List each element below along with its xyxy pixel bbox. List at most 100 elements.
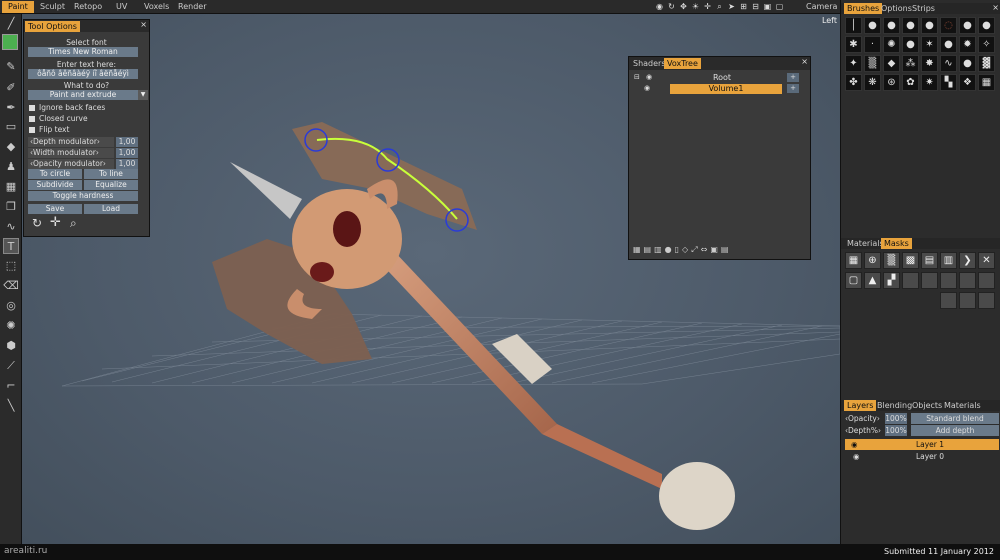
line-icon[interactable]: ╲ bbox=[3, 398, 19, 414]
close-icon[interactable]: × bbox=[992, 3, 999, 12]
bucket-icon[interactable]: ⬢ bbox=[3, 338, 19, 354]
menu-tab-render[interactable]: Render bbox=[172, 1, 212, 13]
brush-swatch[interactable]: ✹ bbox=[959, 36, 976, 53]
brush-swatch[interactable]: · bbox=[864, 36, 881, 53]
brush-swatch[interactable]: ● bbox=[883, 17, 900, 34]
to-circle-button[interactable]: To circle bbox=[28, 169, 82, 179]
mask-swatch[interactable] bbox=[978, 292, 995, 309]
text-input[interactable]: ôåñô âêñâàéÿ íî âëñåéÿì bbox=[28, 69, 138, 79]
depth-modulator-slider[interactable]: ‹Depth modulator› 1,00 bbox=[28, 137, 138, 147]
eraser-icon[interactable]: ⌫ bbox=[3, 278, 19, 294]
menu-tab-paint[interactable]: Paint bbox=[2, 1, 34, 13]
layer-row-0[interactable]: ◉ Layer 0 bbox=[845, 451, 999, 462]
opacity-modulator-slider[interactable]: ‹Opacity modulator› 1,00 bbox=[28, 159, 138, 169]
menu-tab-retopo[interactable]: Retopo bbox=[68, 1, 108, 13]
equalize-button[interactable]: Equalize bbox=[84, 180, 138, 190]
eye-icon[interactable]: ◎ bbox=[3, 298, 19, 314]
frame-icon[interactable]: ▢ bbox=[775, 2, 784, 11]
tab-layer-materials[interactable]: Materials bbox=[941, 400, 984, 411]
brush-swatch[interactable]: ◌ bbox=[940, 17, 957, 34]
brush-swatch[interactable]: ✱ bbox=[845, 36, 862, 53]
mask-swatch[interactable]: ▞ bbox=[883, 272, 900, 289]
subdivide-button[interactable]: Subdivide bbox=[28, 180, 82, 190]
blend-mode-dropdown[interactable]: Standard blend bbox=[911, 413, 999, 424]
select-icon[interactable]: ⬚ bbox=[3, 258, 19, 274]
brush-swatch[interactable]: ▦ bbox=[978, 74, 995, 91]
chevron-down-icon[interactable]: ▼ bbox=[138, 90, 148, 100]
menu-tab-voxels[interactable]: Voxels bbox=[138, 1, 175, 13]
mask-swatch[interactable] bbox=[921, 272, 938, 289]
zoom-icon[interactable]: ⌕ bbox=[70, 216, 77, 231]
brush-swatch[interactable]: ❖ bbox=[959, 74, 976, 91]
to-line-button[interactable]: To line bbox=[84, 169, 138, 179]
width-modulator-slider[interactable]: ‹Width modulator› 1,00 bbox=[28, 148, 138, 158]
mask-swatch[interactable]: ▢ bbox=[845, 272, 862, 289]
tab-shaders[interactable]: Shaders bbox=[630, 58, 669, 69]
clone-icon[interactable]: ▦ bbox=[3, 179, 19, 195]
depth-row[interactable]: ‹Depth%› 100% Add depth bbox=[845, 425, 999, 436]
grid-icon[interactable]: ⊞ bbox=[739, 2, 748, 11]
curve-icon[interactable]: ∿ bbox=[3, 219, 19, 235]
close-icon[interactable]: × bbox=[140, 20, 147, 29]
brush-swatch[interactable]: ✸ bbox=[921, 55, 938, 72]
add-depth-button[interactable]: Add depth bbox=[911, 425, 999, 436]
closed-curve-checkbox[interactable]: Closed curve bbox=[29, 114, 88, 123]
mask-swatch[interactable]: ▒ bbox=[883, 252, 900, 269]
mask-swatch[interactable] bbox=[940, 272, 957, 289]
brush-swatch[interactable]: ⊛ bbox=[883, 74, 900, 91]
menu-tab-sculpt[interactable]: Sculpt bbox=[34, 1, 71, 13]
color-swatch[interactable] bbox=[2, 34, 18, 50]
mask-swatch[interactable]: ▲ bbox=[864, 272, 881, 289]
brush-swatch[interactable]: ∿ bbox=[940, 55, 957, 72]
pan-icon[interactable]: ✥ bbox=[679, 2, 688, 11]
close-icon[interactable]: × bbox=[801, 57, 808, 66]
brush-swatch[interactable]: ● bbox=[864, 17, 881, 34]
flip-text-checkbox[interactable]: Flip text bbox=[29, 125, 69, 134]
brush-swatch[interactable]: ◆ bbox=[883, 55, 900, 72]
brush-swatch[interactable]: ▓ bbox=[978, 55, 995, 72]
brush-icon[interactable]: ╱ bbox=[3, 16, 19, 32]
brush-swatch[interactable]: ⁂ bbox=[902, 55, 919, 72]
mask-swatch[interactable] bbox=[978, 272, 995, 289]
rotate-icon[interactable]: ↻ bbox=[667, 2, 676, 11]
mask-swatch[interactable]: ▤ bbox=[921, 252, 938, 269]
camera-menu[interactable]: Camera bbox=[800, 1, 843, 13]
load-button[interactable]: Load bbox=[84, 204, 138, 214]
airbrush-icon[interactable]: ✒ bbox=[3, 100, 19, 116]
sphere-icon[interactable]: ✺ bbox=[3, 318, 19, 334]
box-icon[interactable]: ▣ bbox=[763, 2, 772, 11]
brush-swatch[interactable]: ● bbox=[902, 17, 919, 34]
mask-swatch[interactable]: ⊕ bbox=[864, 252, 881, 269]
pen-icon[interactable]: ✎ bbox=[3, 59, 19, 75]
mode-dropdown[interactable]: Paint and extrude ▼ bbox=[28, 90, 148, 100]
brush-swatch[interactable]: ▒ bbox=[864, 55, 881, 72]
mask-swatch[interactable] bbox=[959, 272, 976, 289]
arrow-icon[interactable]: ➤ bbox=[727, 2, 736, 11]
mask-swatch[interactable]: ▩ bbox=[902, 252, 919, 269]
pencil-icon[interactable]: ✐ bbox=[3, 80, 19, 96]
smudge-icon[interactable]: ▭ bbox=[3, 119, 19, 135]
menu-tab-uv[interactable]: UV bbox=[110, 1, 133, 13]
rotate-icon[interactable]: ↻ bbox=[32, 216, 42, 230]
voxtree-toolbar[interactable]: ▦▤▥●▯◇⤢⇔▣▤ bbox=[633, 245, 731, 255]
mask-swatch[interactable] bbox=[940, 292, 957, 309]
brush-swatch[interactable]: ✺ bbox=[883, 36, 900, 53]
text-tool-icon[interactable]: T bbox=[3, 238, 19, 254]
tree-item-root[interactable]: ⊟ ◉ Root + bbox=[632, 73, 809, 83]
tab-voxtree[interactable]: VoxTree bbox=[664, 58, 701, 69]
move-icon[interactable]: ✛ bbox=[50, 215, 61, 230]
brush-swatch[interactable]: ● bbox=[940, 36, 957, 53]
mask-swatch[interactable]: ▥ bbox=[940, 252, 957, 269]
copy-icon[interactable]: ❐ bbox=[3, 199, 19, 215]
mask-swatch[interactable]: ✕ bbox=[978, 252, 995, 269]
fill-icon[interactable]: ◆ bbox=[3, 139, 19, 155]
move-icon[interactable]: ✛ bbox=[703, 2, 712, 11]
brush-swatch[interactable]: ▚ bbox=[940, 74, 957, 91]
tab-strips[interactable]: Strips bbox=[909, 3, 938, 14]
brush-swatch[interactable]: ❋ bbox=[864, 74, 881, 91]
brush-swatch[interactable]: ● bbox=[978, 17, 995, 34]
opacity-row[interactable]: ‹Opacity› 100% Standard blend bbox=[845, 413, 999, 424]
brush-swatch[interactable]: ✶ bbox=[921, 36, 938, 53]
brush-swatch[interactable]: ● bbox=[921, 17, 938, 34]
mask-swatch[interactable]: ❯ bbox=[959, 252, 976, 269]
